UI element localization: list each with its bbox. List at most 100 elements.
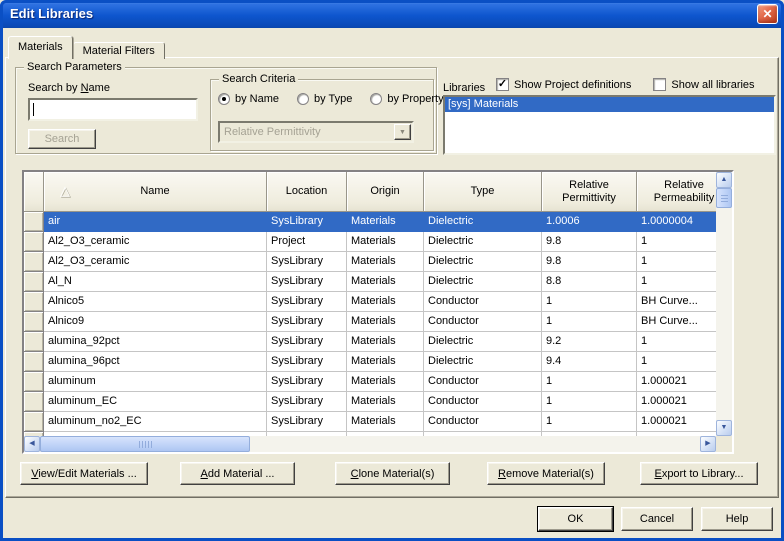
- row-selector-cell[interactable]: [24, 412, 44, 432]
- table-row[interactable]: aluminum_no2_ECSysLibraryMaterialsConduc…: [24, 412, 716, 432]
- scroll-right-button[interactable]: ▶: [700, 436, 716, 452]
- column-header-origin[interactable]: Origin: [347, 172, 424, 212]
- table-cell: 1: [637, 332, 716, 352]
- table-row[interactable]: Al2_O3_ceramicProjectMaterialsDielectric…: [24, 232, 716, 252]
- table-body: airSysLibraryMaterialsDielectric1.00061.…: [24, 212, 716, 436]
- table-cell: Al_N: [44, 272, 267, 292]
- property-dropdown[interactable]: Relative Permittivity ▼: [218, 121, 414, 143]
- column-header-location[interactable]: Location: [267, 172, 347, 212]
- row-selector-cell[interactable]: [24, 332, 44, 352]
- libraries-listbox[interactable]: [sys] Materials: [443, 95, 776, 155]
- vertical-scrollbar[interactable]: ▲ ▼: [716, 172, 732, 436]
- horizontal-scroll-thumb[interactable]: [40, 436, 250, 452]
- table-cell: Project: [267, 232, 347, 252]
- tab-material-filters[interactable]: Material Filters: [73, 42, 165, 59]
- column-header-label: Origin: [370, 185, 399, 198]
- column-header-name[interactable]: △Name: [44, 172, 267, 212]
- table-cell: 1.0006: [542, 212, 637, 232]
- column-header-type[interactable]: Type: [424, 172, 542, 212]
- ok-button[interactable]: OK: [538, 507, 613, 531]
- row-selector-cell[interactable]: [24, 252, 44, 272]
- dropdown-arrow-icon: ▼: [399, 129, 406, 136]
- remove-materials-button[interactable]: Remove Material(s): [487, 462, 605, 485]
- table-row[interactable]: Alnico9SysLibraryMaterialsConductor1BH C…: [24, 312, 716, 332]
- table-cell: SysLibrary: [267, 312, 347, 332]
- scroll-right-icon: ▶: [705, 440, 710, 447]
- table-cell: SysLibrary: [267, 372, 347, 392]
- scrollbar-corner: [716, 436, 732, 452]
- radio-by-property[interactable]: by Property: [370, 93, 443, 105]
- table-cell: Conductor: [424, 392, 542, 412]
- dropdown-button[interactable]: ▼: [394, 124, 411, 140]
- table-cell: 1: [637, 352, 716, 372]
- scroll-down-icon: ▼: [721, 424, 728, 431]
- table-cell: SysLibrary: [267, 252, 347, 272]
- row-selector-cell[interactable]: [24, 352, 44, 372]
- row-selector-cell[interactable]: [24, 392, 44, 412]
- column-header-label: Name: [140, 185, 169, 198]
- row-selector-header[interactable]: [24, 172, 44, 212]
- radio-icon: [297, 93, 309, 105]
- row-selector-cell[interactable]: [24, 372, 44, 392]
- table-cell: alumina_96pct: [44, 352, 267, 372]
- window-title: Edit Libraries: [10, 6, 93, 21]
- table-cell: SysLibrary: [267, 392, 347, 412]
- column-header-label: Location: [286, 185, 328, 198]
- table-cell: SysLibrary: [267, 212, 347, 232]
- table-row[interactable]: aluminum_ECSysLibraryMaterialsConductor1…: [24, 392, 716, 412]
- table-row[interactable]: Alnico5SysLibraryMaterialsConductor1BH C…: [24, 292, 716, 312]
- table-cell: air: [44, 212, 267, 232]
- radio-label: by Type: [314, 93, 352, 105]
- table-cell: 1.0000004: [637, 212, 716, 232]
- scroll-left-button[interactable]: ◀: [24, 436, 40, 452]
- close-button[interactable]: ✕: [757, 4, 778, 24]
- horizontal-scrollbar[interactable]: ◀ ▶: [24, 436, 716, 452]
- table-cell: Materials: [347, 332, 424, 352]
- library-list-item[interactable]: [sys] Materials: [445, 97, 774, 112]
- radio-icon: [370, 93, 382, 105]
- table-cell: 9.8: [542, 252, 637, 272]
- add-material-button[interactable]: Add Material ...: [180, 462, 295, 485]
- materials-table: △Name Location Origin TypeRelative Permitti…: [22, 170, 734, 454]
- scroll-up-button[interactable]: ▲: [716, 172, 732, 188]
- row-selector-cell[interactable]: [24, 292, 44, 312]
- table-cell: aluminum: [44, 372, 267, 392]
- row-selector-cell[interactable]: [24, 272, 44, 292]
- table-row[interactable]: Al2_O3_ceramicSysLibraryMaterialsDielect…: [24, 252, 716, 272]
- export-to-library-button[interactable]: Export to Library...: [640, 462, 758, 485]
- table-cell: 9.8: [542, 232, 637, 252]
- radio-label: by Property: [387, 93, 443, 105]
- table-cell: Dielectric: [424, 272, 542, 292]
- help-button[interactable]: Help: [701, 507, 773, 531]
- table-row[interactable]: aluminumSysLibraryMaterialsConductor11.0…: [24, 372, 716, 392]
- scroll-down-button[interactable]: ▼: [716, 420, 732, 436]
- table-cell: 1.000021: [637, 392, 716, 412]
- row-selector-cell[interactable]: [24, 312, 44, 332]
- search-button[interactable]: Search: [28, 129, 96, 149]
- vertical-scroll-thumb[interactable]: [716, 188, 732, 208]
- view-edit-materials-button[interactable]: View/Edit Materials ...: [20, 462, 148, 485]
- checkbox-show-project-definitions[interactable]: ✓Show Project definitions: [496, 78, 631, 91]
- table-row[interactable]: airSysLibraryMaterialsDielectric1.00061.…: [24, 212, 716, 232]
- table-cell: Materials: [347, 312, 424, 332]
- cancel-button[interactable]: Cancel: [621, 507, 693, 531]
- table-cell: 8.8: [542, 272, 637, 292]
- table-cell: SysLibrary: [267, 412, 347, 432]
- table-cell: Conductor: [424, 312, 542, 332]
- clone-materials-button[interactable]: Clone Material(s): [335, 462, 450, 485]
- edit-libraries-dialog: Edit Libraries ✕ MaterialsMaterial Filte…: [0, 0, 784, 541]
- title-bar[interactable]: Edit Libraries ✕: [0, 0, 784, 28]
- table-row[interactable]: Al_NSysLibraryMaterialsDielectric8.81: [24, 272, 716, 292]
- checkbox-show-all-libraries[interactable]: Show all libraries: [653, 78, 754, 91]
- row-selector-cell[interactable]: [24, 232, 44, 252]
- table-row[interactable]: alumina_96pctSysLibraryMaterialsDielectr…: [24, 352, 716, 372]
- search-name-input[interactable]: [28, 98, 198, 121]
- column-header-relative-permeability[interactable]: Relative Permeability: [637, 172, 716, 212]
- tab-materials[interactable]: Materials: [8, 36, 73, 59]
- table-row[interactable]: alumina_92pctSysLibraryMaterialsDielectr…: [24, 332, 716, 352]
- row-selector-cell[interactable]: [24, 212, 44, 232]
- column-header-relative-permittivity[interactable]: Relative Permittivity: [542, 172, 637, 212]
- table-cell: 1: [542, 292, 637, 312]
- radio-by-name[interactable]: by Name: [218, 93, 279, 105]
- radio-by-type[interactable]: by Type: [297, 93, 352, 105]
